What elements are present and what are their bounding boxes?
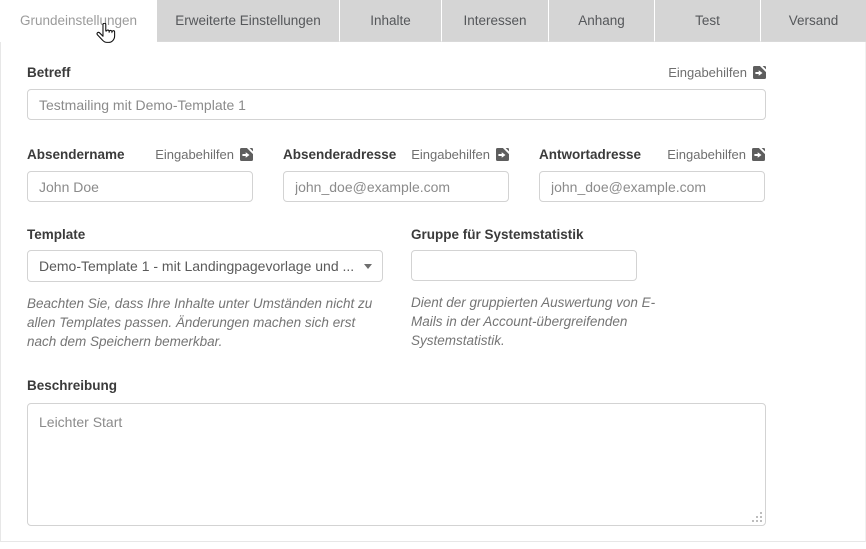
template-label: Template <box>27 226 85 243</box>
antwortadresse-eingabehilfen-link[interactable]: Eingabehilfen <box>667 147 765 162</box>
template-statistik-row: Template Demo-Template 1 - mit Landingpa… <box>27 226 766 351</box>
beschreibung-textarea[interactable]: Leichter Start <box>27 403 766 526</box>
systemstatistik-note: Dient der gruppierten Auswertung von E-M… <box>411 293 661 350</box>
tab-inhalte[interactable]: Inhalte <box>339 0 441 42</box>
eingabehilfen-label: Eingabehilfen <box>667 147 746 162</box>
absenderadresse-label: Absenderadresse <box>283 146 396 163</box>
absendername-eingabehilfen-link[interactable]: Eingabehilfen <box>155 147 253 162</box>
tab-interessen[interactable]: Interessen <box>441 0 548 42</box>
eingabehilfen-label: Eingabehilfen <box>668 65 747 80</box>
chevron-down-icon <box>364 264 372 269</box>
absenderadresse-eingabehilfen-link[interactable]: Eingabehilfen <box>411 147 509 162</box>
betreff-label: Betreff <box>27 64 71 81</box>
systemstatistik-input[interactable] <box>411 250 637 281</box>
absendername-field: Absendername Eingabehilfen <box>27 146 253 202</box>
tab-label: Anhang <box>578 13 625 28</box>
grundeinstellungen-panel: Betreff Eingabehilfen Absendername Einga… <box>0 42 866 542</box>
tab-label: Inhalte <box>370 13 411 28</box>
eingabehilfen-label: Eingabehilfen <box>411 147 490 162</box>
tab-label: Versand <box>789 13 839 28</box>
systemstatistik-field: Gruppe für Systemstatistik Dient der gru… <box>411 226 661 351</box>
eingabehilfen-icon[interactable] <box>753 66 766 79</box>
template-select[interactable]: Demo-Template 1 - mit Landingpagevorlage… <box>27 250 383 282</box>
template-note: Beachten Sie, dass Ihre Inhalte unter Um… <box>27 294 383 351</box>
tab-label: Grundeinstellungen <box>20 13 137 28</box>
betreff-field-head: Betreff Eingabehilfen <box>27 64 766 81</box>
absenderadresse-field: Absenderadresse Eingabehilfen <box>283 146 509 202</box>
tab-anhang[interactable]: Anhang <box>548 0 654 42</box>
absendername-label: Absendername <box>27 146 125 163</box>
systemstatistik-label: Gruppe für Systemstatistik <box>411 226 584 243</box>
betreff-eingabehilfen-link[interactable]: Eingabehilfen <box>668 65 766 80</box>
sender-fields-row: Absendername Eingabehilfen <box>27 146 766 202</box>
tab-test[interactable]: Test <box>654 0 760 42</box>
tab-erweiterte-einstellungen[interactable]: Erweiterte Einstellungen <box>157 0 339 42</box>
settings-tab-bar: Grundeinstellungen Erweiterte Einstellun… <box>0 0 866 42</box>
antwortadresse-field: Antwortadresse Eingabehilfen <box>539 146 765 202</box>
tab-versand[interactable]: Versand <box>760 0 866 42</box>
template-field: Template Demo-Template 1 - mit Landingpa… <box>27 226 383 351</box>
template-selected-value: Demo-Template 1 - mit Landingpagevorlage… <box>39 258 354 274</box>
betreff-input[interactable] <box>27 89 766 120</box>
beschreibung-field: Beschreibung Leichter Start <box>27 377 766 526</box>
eingabehilfen-label: Eingabehilfen <box>155 147 234 162</box>
antwortadresse-label: Antwortadresse <box>539 146 641 163</box>
tab-label: Interessen <box>463 13 526 28</box>
tab-grundeinstellungen[interactable]: Grundeinstellungen <box>0 0 157 42</box>
antwortadresse-input[interactable] <box>539 171 765 202</box>
absenderadresse-input[interactable] <box>283 171 509 202</box>
eingabehilfen-icon[interactable] <box>240 148 253 161</box>
absendername-input[interactable] <box>27 171 253 202</box>
eingabehilfen-icon[interactable] <box>752 148 765 161</box>
mailing-settings-page: { "tabs": [ {"label": "Grundeinstellunge… <box>0 0 866 549</box>
tab-label: Test <box>695 13 720 28</box>
eingabehilfen-icon[interactable] <box>496 148 509 161</box>
beschreibung-label: Beschreibung <box>27 378 117 393</box>
tab-label: Erweiterte Einstellungen <box>175 13 321 28</box>
